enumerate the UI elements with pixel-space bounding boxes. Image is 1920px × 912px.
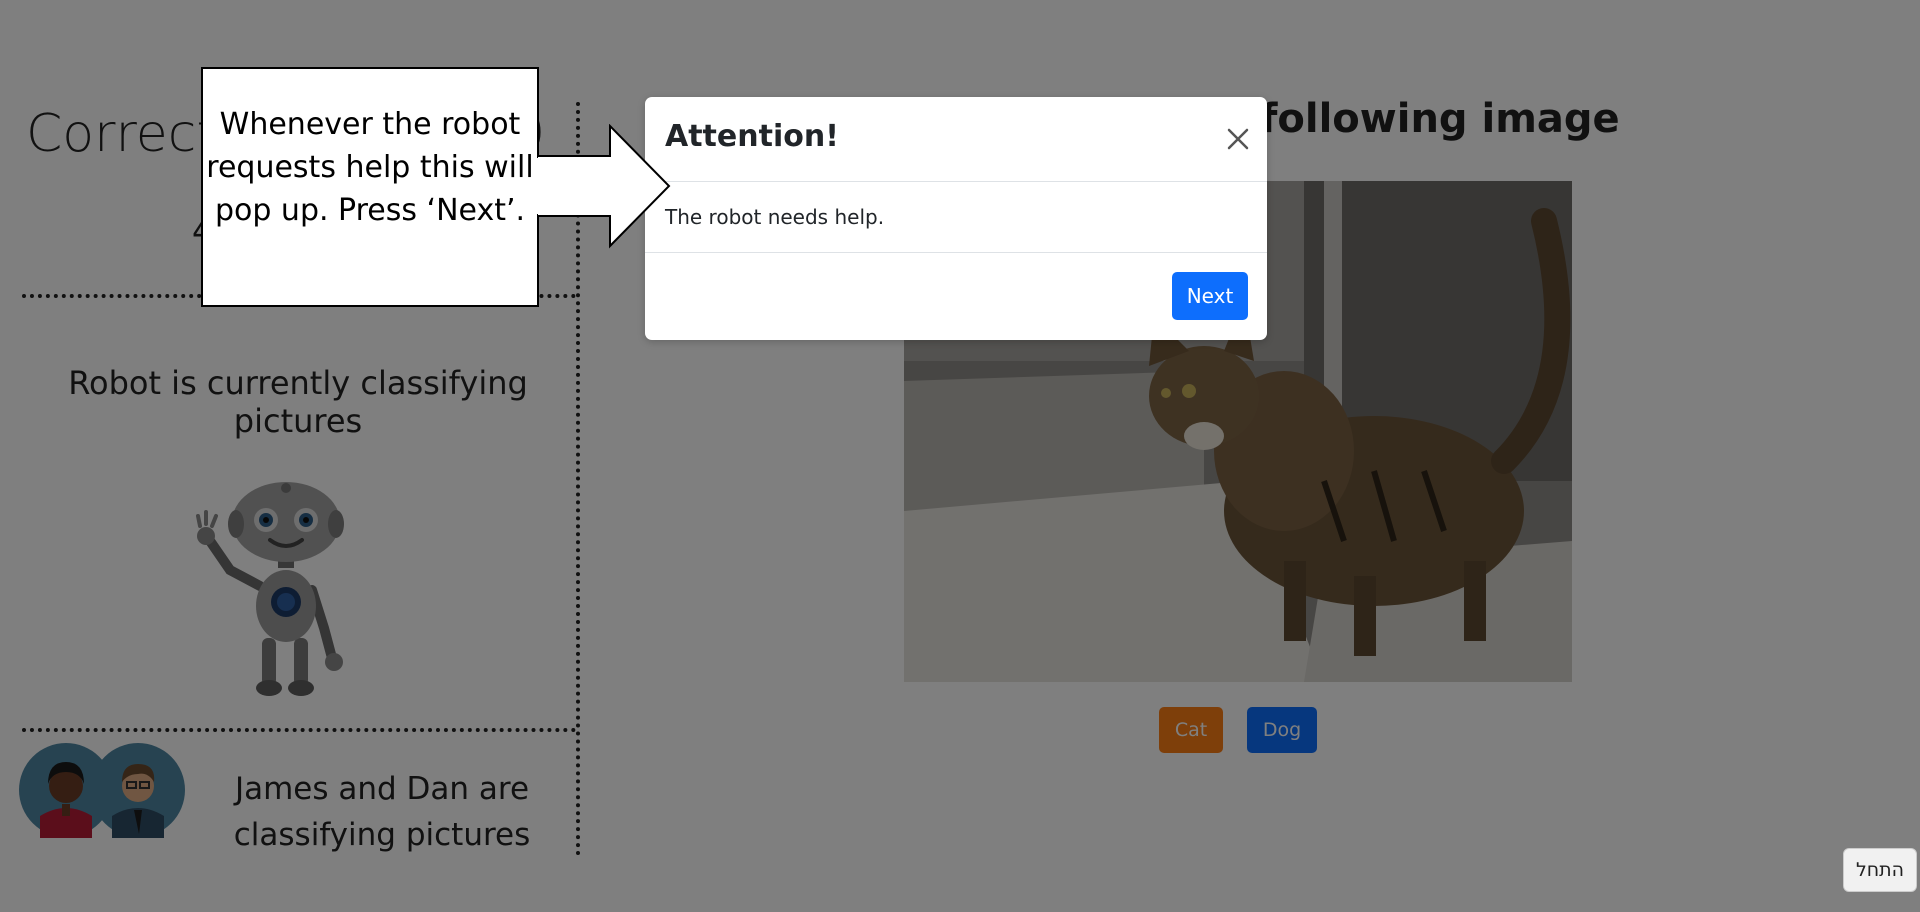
callout-arrow-icon: [536, 123, 673, 254]
callout-text: Whenever the robot requests help this wi…: [206, 107, 534, 228]
modal-body-text: The robot needs help.: [665, 205, 885, 229]
language-button[interactable]: התחל: [1843, 848, 1917, 892]
attention-modal: Attention! The robot needs help. Next: [645, 97, 1267, 340]
modal-title: Attention!: [665, 119, 839, 154]
tutorial-callout: Whenever the robot requests help this wi…: [201, 67, 539, 307]
modal-header: Attention!: [645, 97, 1267, 182]
modal-footer: Next: [645, 252, 1267, 341]
close-icon: [1227, 128, 1249, 150]
next-button[interactable]: Next: [1172, 272, 1248, 320]
close-button[interactable]: [1215, 121, 1249, 155]
